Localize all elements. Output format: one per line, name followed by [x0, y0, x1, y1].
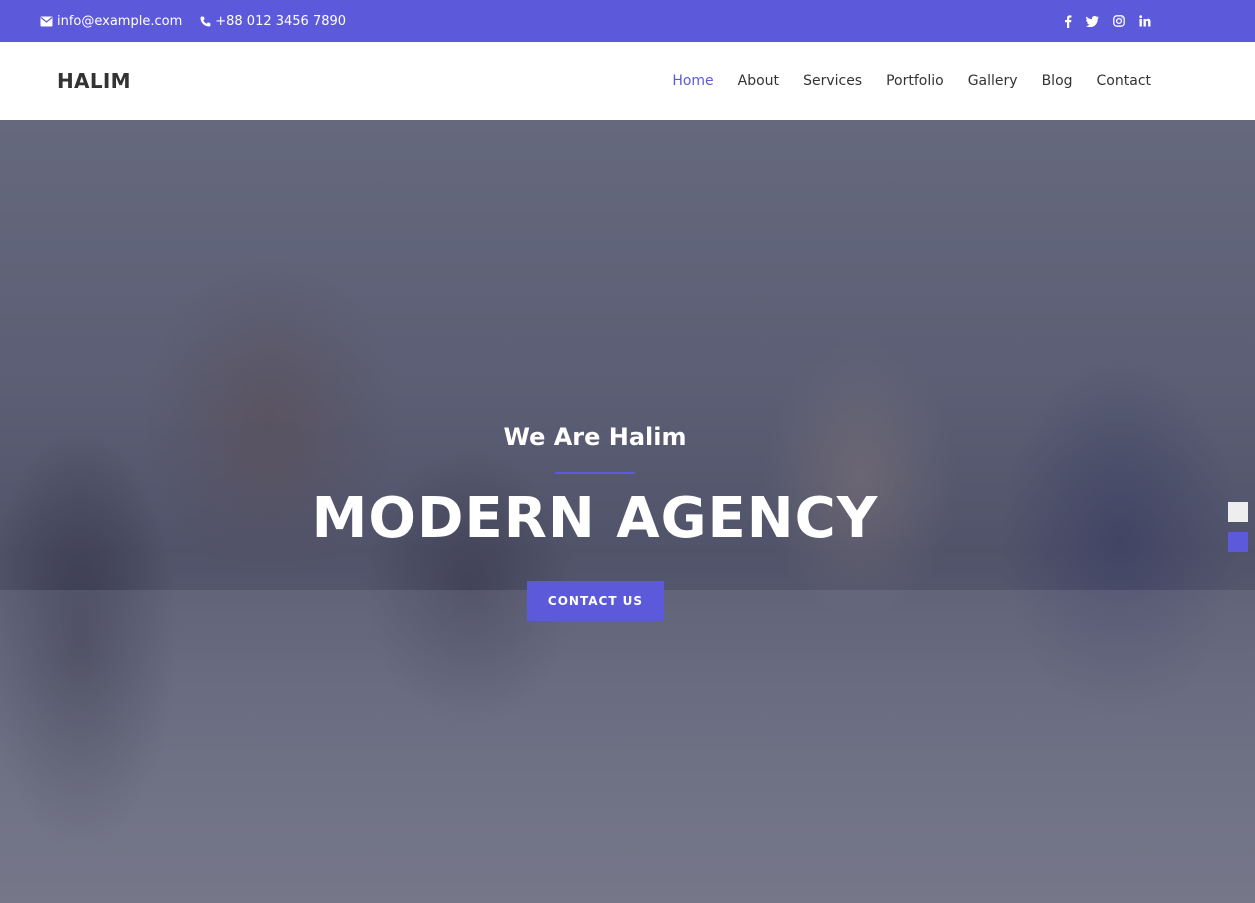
brand-logo[interactable]: HALIM	[57, 42, 131, 120]
envelope-icon	[40, 16, 53, 27]
top-bar: info@example.com +88 012 3456 7890	[0, 0, 1255, 42]
nav-item-home[interactable]: Home	[672, 73, 713, 89]
theme-color-switcher	[1228, 502, 1248, 562]
hero-headline: MODERN AGENCY	[311, 486, 879, 551]
contact-info: info@example.com +88 012 3456 7890	[40, 0, 346, 42]
phone-text: +88 012 3456 7890	[215, 13, 347, 29]
nav-item-gallery[interactable]: Gallery	[968, 73, 1018, 89]
nav-item-services[interactable]: Services	[803, 73, 862, 89]
phone-icon	[200, 16, 211, 27]
phone-link[interactable]: +88 012 3456 7890	[200, 14, 346, 29]
linkedin-icon[interactable]	[1139, 15, 1151, 27]
hero-content: We Are Halim MODERN AGENCY CONTACT US	[0, 120, 1255, 903]
social-links	[1064, 0, 1151, 42]
facebook-icon[interactable]	[1064, 14, 1072, 28]
email-text: info@example.com	[57, 13, 183, 29]
email-link[interactable]: info@example.com	[40, 14, 182, 29]
twitter-icon[interactable]	[1086, 15, 1099, 27]
nav-item-about[interactable]: About	[738, 73, 779, 89]
nav-item-portfolio[interactable]: Portfolio	[886, 73, 944, 89]
nav-item-contact[interactable]: Contact	[1097, 73, 1151, 89]
hero-section: We Are Halim MODERN AGENCY CONTACT US	[0, 120, 1255, 903]
nav-item-blog[interactable]: Blog	[1042, 73, 1073, 89]
main-navbar: HALIM Home About Services Portfolio Gall…	[0, 42, 1255, 120]
hero-subtitle: We Are Halim	[503, 423, 687, 451]
instagram-icon[interactable]	[1113, 15, 1125, 27]
contact-us-button[interactable]: CONTACT US	[527, 581, 664, 621]
main-menu: Home About Services Portfolio Gallery Bl…	[672, 42, 1151, 120]
theme-swatch-light[interactable]	[1228, 502, 1248, 522]
theme-swatch-purple[interactable]	[1228, 532, 1248, 552]
hero-divider	[555, 472, 635, 474]
